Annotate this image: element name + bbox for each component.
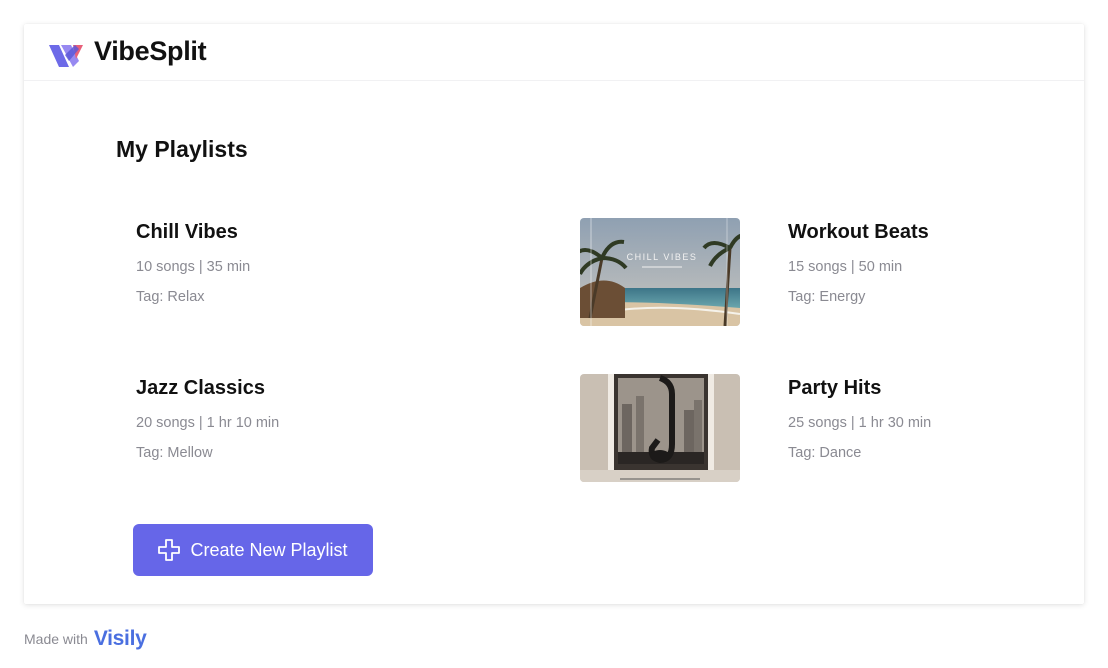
- vibesplit-logo-icon[interactable]: [49, 39, 85, 67]
- playlist-title-chill-vibes[interactable]: Chill Vibes: [136, 221, 238, 244]
- brand-name[interactable]: VibeSplit: [94, 36, 207, 67]
- playlist-meta: 25 songs | 1 hr 30 min: [788, 415, 932, 431]
- plus-icon: [158, 539, 181, 561]
- app-card: VibeSplit My Playlists Chill Vibes 10 so…: [24, 24, 1084, 604]
- playlist-title-jazz-classics[interactable]: Jazz Classics: [136, 377, 265, 400]
- playlist-tag: Tag: Relax: [136, 289, 205, 305]
- made-with-label: Made with: [24, 631, 88, 647]
- playlist-title-party-hits[interactable]: Party Hits: [788, 377, 881, 400]
- playlist-tag: Tag: Dance: [788, 445, 862, 461]
- create-new-playlist-button[interactable]: Create New Playlist: [133, 524, 373, 576]
- app-header: VibeSplit: [24, 24, 1084, 81]
- playlist-tag: Tag: Mellow: [136, 445, 213, 461]
- create-button-label: Create New Playlist: [190, 539, 348, 560]
- playlist-meta: 15 songs | 50 min: [788, 259, 903, 275]
- playlist-tag: Tag: Energy: [788, 289, 866, 305]
- saxophone-window-image[interactable]: [580, 374, 740, 482]
- playlist-title-workout-beats[interactable]: Workout Beats: [788, 221, 929, 244]
- page-title: My Playlists: [116, 136, 248, 162]
- playlist-meta: 10 songs | 35 min: [136, 259, 251, 275]
- visily-logo[interactable]: Visily: [94, 627, 147, 651]
- playlist-meta: 20 songs | 1 hr 10 min: [136, 415, 280, 431]
- made-with-footer[interactable]: Made with Visily: [24, 627, 147, 651]
- beach-palm-image[interactable]: CHILL VIBES: [580, 218, 740, 326]
- image-overlay-text: CHILL VIBES: [627, 252, 698, 262]
